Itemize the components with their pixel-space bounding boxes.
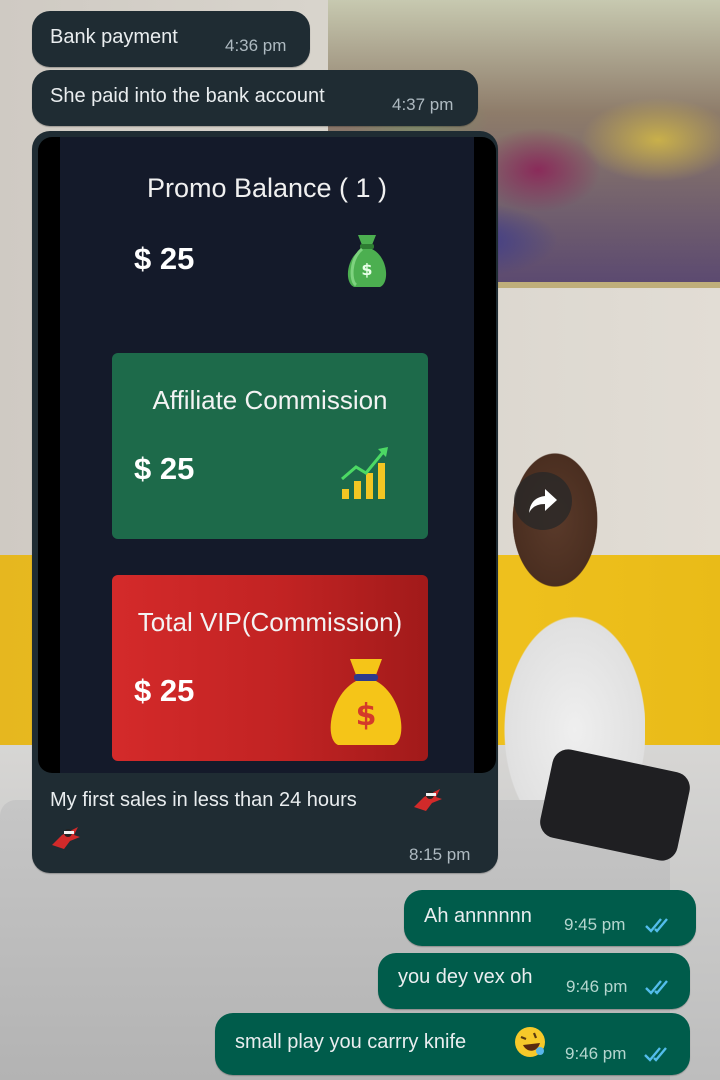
message-text: Bank payment: [50, 26, 178, 48]
message-text: small play you carrry knife: [235, 1031, 467, 1053]
message-time: 9:46 pm: [565, 1044, 627, 1063]
message-time: 4:37 pm: [392, 95, 454, 114]
outgoing-message[interactable]: Ah annnnnn 9:45 pm: [404, 890, 696, 946]
outgoing-message[interactable]: you dey vex oh 9:46 pm: [378, 953, 690, 1009]
affiliate-commission-title: Affiliate Commission: [152, 385, 388, 415]
double-check-icon: [645, 980, 668, 995]
message-text: Ah annnnnn: [424, 905, 532, 927]
incoming-message[interactable]: Bank payment 4:36 pm: [32, 11, 310, 67]
image-caption: My first sales in less than 24 hours: [50, 789, 357, 811]
message-text: She paid into the bank account: [50, 85, 325, 107]
wallet-screenshot: Promo Balance ( 1 ) $ 25 $ Affiliate Com…: [60, 137, 474, 773]
promo-balance-amount: $ 25: [134, 241, 195, 276]
message-time: 9:46 pm: [566, 977, 628, 996]
ninja-emoji-icon: [52, 827, 80, 849]
total-vip-commission-card: Total VIP(Commission) $ 25 $: [112, 575, 428, 761]
svg-text:$: $: [361, 260, 372, 279]
forward-arrow-icon: [529, 489, 557, 513]
total-vip-commission-amount: $ 25: [134, 673, 195, 708]
affiliate-commission-amount: $ 25: [134, 451, 195, 486]
affiliate-commission-card: Affiliate Commission $ 25: [112, 353, 428, 539]
promo-balance-title: Promo Balance ( 1 ): [146, 173, 388, 203]
message-time: 4:36 pm: [225, 36, 287, 55]
message-time: 9:45 pm: [564, 915, 626, 934]
message-text: you dey vex oh: [398, 966, 533, 988]
money-bag-icon: $: [347, 235, 387, 287]
incoming-image-message[interactable]: Promo Balance ( 1 ) $ 25 $ Affiliate Com…: [32, 131, 498, 873]
double-check-icon: [644, 1047, 667, 1062]
growth-chart-icon: [341, 447, 388, 499]
forward-button[interactable]: [514, 472, 572, 530]
incoming-message[interactable]: She paid into the bank account 4:37 pm: [32, 70, 478, 126]
money-sack-icon: $: [330, 659, 402, 745]
double-check-icon: [645, 918, 668, 933]
shared-image[interactable]: Promo Balance ( 1 ) $ 25 $ Affiliate Com…: [38, 137, 496, 773]
ninja-emoji-icon: [414, 789, 442, 811]
total-vip-commission-title: Total VIP(Commission): [137, 607, 403, 637]
rolling-laughing-emoji-icon: [515, 1027, 545, 1057]
svg-text:$: $: [356, 698, 377, 733]
message-time: 8:15 pm: [409, 845, 471, 864]
outgoing-message[interactable]: small play you carrry knife 9:46 pm: [215, 1013, 690, 1075]
